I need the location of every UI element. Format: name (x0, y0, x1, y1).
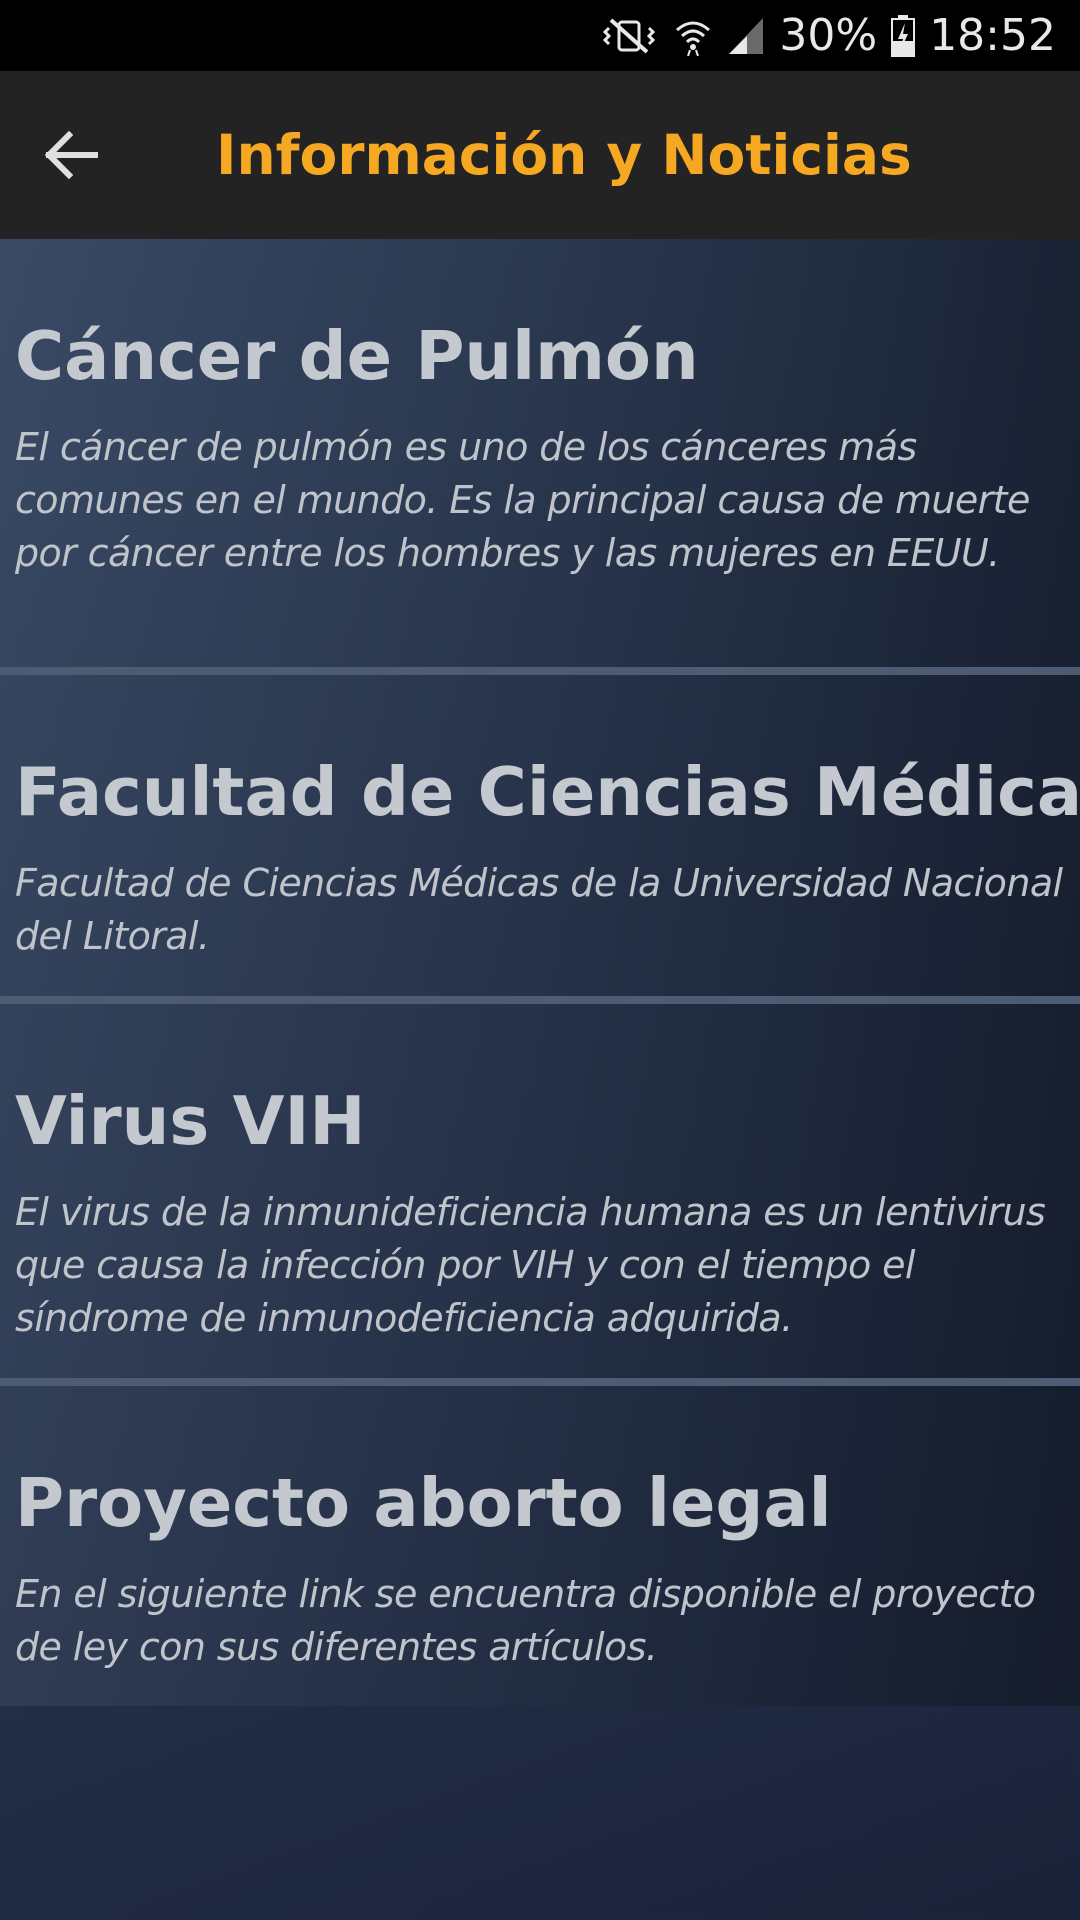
page-title: Información y Noticias (216, 123, 912, 187)
item-title: Virus VIH (15, 1082, 366, 1160)
divider (0, 1378, 1080, 1386)
list-item-virus-vih[interactable]: Virus VIH El virus de la inmunideficienc… (0, 1004, 1080, 1378)
wifi-icon (673, 16, 713, 56)
status-bar: 30% 18:52 (0, 0, 1080, 71)
item-description: El cáncer de pulmón es uno de los cáncer… (15, 425, 1030, 575)
item-title: Cáncer de Pulmón (15, 317, 699, 395)
signal-icon (727, 16, 765, 56)
status-icons: 30% 18:52 (601, 0, 1056, 71)
item-description: Facultad de Ciencias Médicas de la Unive… (15, 861, 1063, 958)
app-bar: Información y Noticias (0, 71, 1080, 239)
list-item-aborto-legal[interactable]: Proyecto aborto legal En el siguiente li… (0, 1386, 1080, 1706)
divider (0, 667, 1080, 675)
item-description: El virus de la inmunideficiencia humana … (15, 1190, 1046, 1340)
list-item-cancer-pulmon[interactable]: Cáncer de Pulmón El cáncer de pulmón es … (0, 239, 1080, 667)
arrow-back-icon (45, 131, 98, 179)
back-button[interactable] (30, 113, 114, 197)
item-description: En el siguiente link se encuentra dispon… (15, 1572, 1036, 1669)
battery-percent: 30% (779, 9, 878, 61)
battery-charging-icon (891, 14, 916, 57)
divider (0, 996, 1080, 1004)
list-item-facultad[interactable]: Facultad de Ciencias Médicas Facultad de… (0, 675, 1080, 996)
clock: 18:52 (929, 9, 1056, 61)
item-title: Proyecto aborto legal (15, 1464, 832, 1542)
item-title: Facultad de Ciencias Médicas (15, 753, 1080, 831)
mute-vibrate-icon (601, 16, 659, 56)
